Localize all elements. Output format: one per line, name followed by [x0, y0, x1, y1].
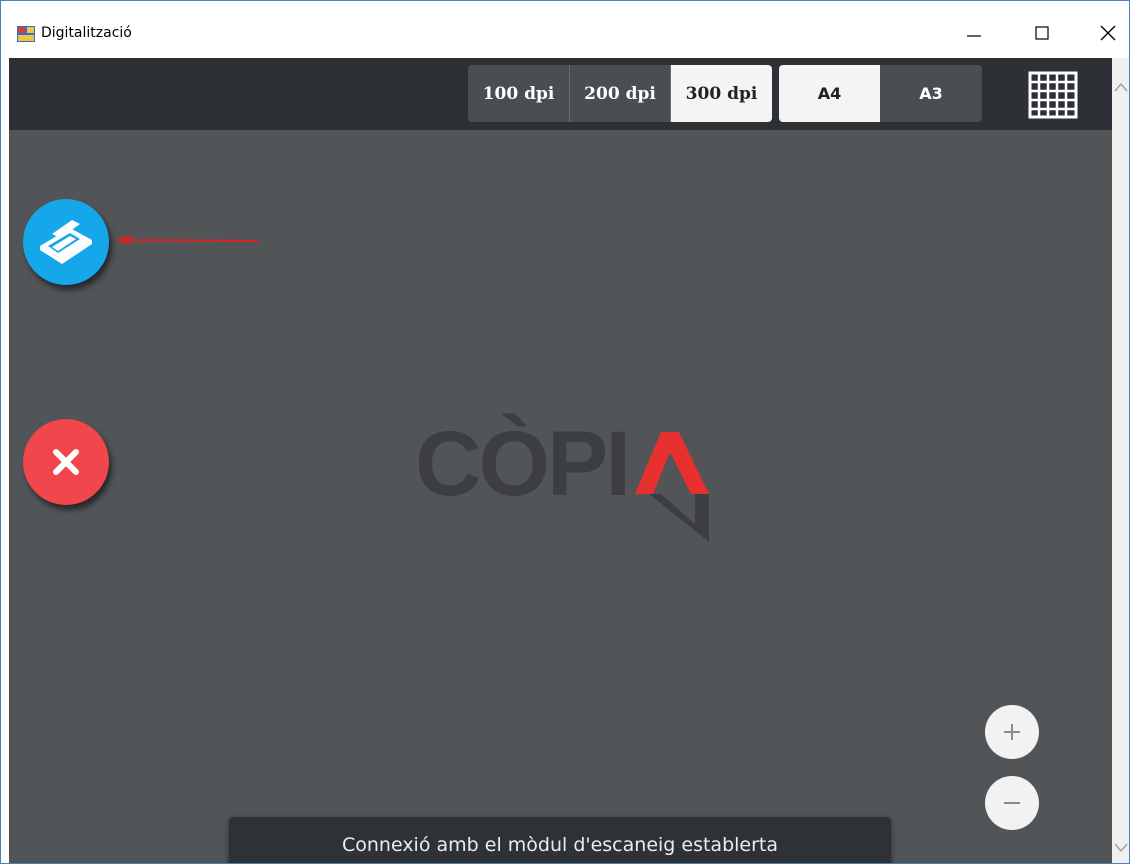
app-window: Digitalització 100 dpi 200 dpi 300 dpi A…	[0, 0, 1130, 864]
close-icon	[1100, 25, 1116, 41]
watermark-logo: CÒPI	[415, 418, 715, 548]
paper-a4-button[interactable]: A4	[779, 65, 880, 122]
close-icon	[53, 449, 79, 475]
scanner-icon	[40, 220, 92, 264]
dpi-300-button[interactable]: 300 dpi	[670, 65, 772, 122]
dpi-200-button[interactable]: 200 dpi	[569, 65, 670, 122]
annotation-arrow	[115, 235, 260, 245]
zoom-out-button[interactable]	[985, 776, 1039, 830]
chevron-up-icon[interactable]	[1114, 82, 1128, 92]
grid-icon	[1028, 71, 1078, 119]
minus-icon	[1004, 802, 1020, 804]
window-title: Digitalització	[41, 25, 132, 41]
status-toast: Connexió amb el mòdul d'escaneig estable…	[229, 817, 891, 863]
scan-button[interactable]	[23, 199, 109, 285]
paper-a3-button[interactable]: A3	[880, 65, 982, 122]
logo-text: CÒPI	[415, 413, 631, 515]
scan-viewer: 100 dpi 200 dpi 300 dpi A4 A3 CÒPI Conne…	[9, 58, 1112, 863]
minimize-icon	[967, 35, 981, 37]
cancel-button[interactable]	[23, 419, 109, 505]
maximize-button[interactable]	[1019, 13, 1065, 53]
app-icon	[17, 26, 35, 42]
vertical-scrollbar[interactable]	[1112, 58, 1129, 863]
dpi-100-button[interactable]: 100 dpi	[468, 65, 569, 122]
resolution-selector: 100 dpi 200 dpi 300 dpi	[468, 65, 772, 122]
chevron-down-icon[interactable]	[1114, 843, 1128, 853]
zoom-in-button[interactable]	[985, 705, 1039, 759]
grid-toggle-button[interactable]	[1028, 71, 1078, 119]
minimize-button[interactable]	[951, 13, 997, 53]
toast-message: Connexió amb el mòdul d'escaneig estable…	[341, 833, 779, 856]
logo-mark	[635, 432, 709, 542]
maximize-icon	[1035, 26, 1049, 40]
title-bar: Digitalització	[1, 1, 1129, 58]
toolbar: 100 dpi 200 dpi 300 dpi A4 A3	[9, 58, 1112, 130]
plus-icon	[1004, 724, 1020, 740]
paper-size-selector: A4 A3	[779, 65, 982, 122]
close-window-button[interactable]	[1085, 13, 1129, 53]
